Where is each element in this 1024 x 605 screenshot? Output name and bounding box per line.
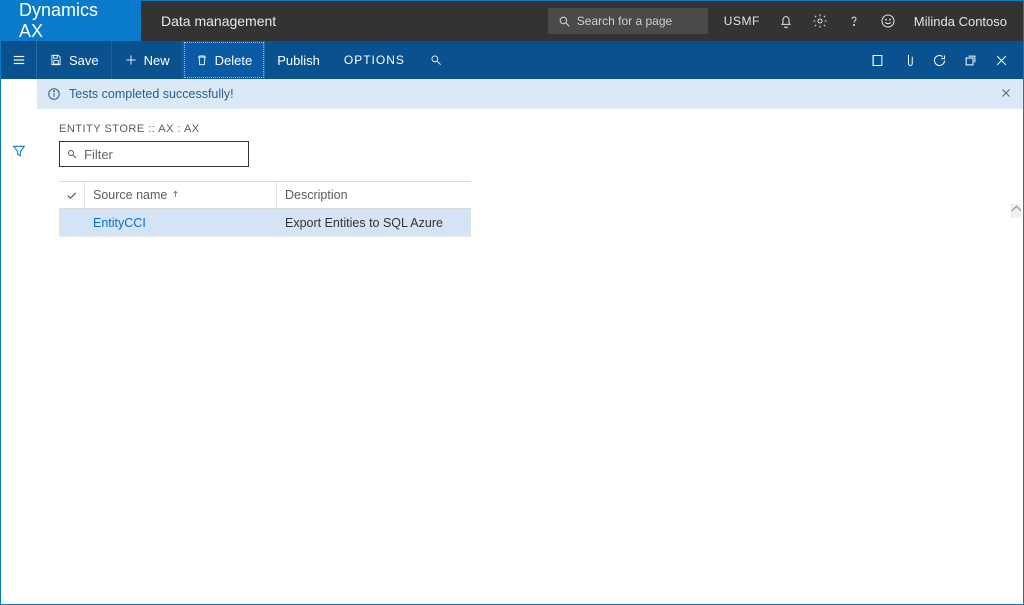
close-icon[interactable]	[994, 53, 1009, 68]
brand-title[interactable]: Dynamics AX	[1, 1, 141, 41]
sort-asc-icon	[171, 188, 180, 202]
publish-label: Publish	[277, 53, 320, 68]
entity-grid: Source name Description EntityCCI Export…	[59, 181, 471, 237]
search-icon	[558, 15, 571, 28]
notification-text: Tests completed successfully!	[69, 87, 234, 101]
publish-button[interactable]: Publish	[265, 41, 332, 79]
grid-header: Source name Description	[59, 181, 471, 209]
column-source-name[interactable]: Source name	[85, 182, 277, 208]
workspace-title: Data management	[141, 1, 296, 41]
source-name-link[interactable]: EntityCCI	[93, 216, 146, 230]
options-label: OPTIONS	[344, 53, 405, 67]
plus-icon	[124, 53, 138, 67]
user-name[interactable]: Milinda Contoso	[914, 14, 1007, 29]
info-icon	[47, 87, 61, 101]
new-button[interactable]: New	[112, 41, 183, 79]
popout-icon[interactable]	[963, 53, 978, 68]
office-icon[interactable]	[870, 53, 885, 68]
select-all-checkbox[interactable]	[59, 182, 85, 208]
delete-label: Delete	[215, 53, 253, 68]
bell-icon[interactable]	[778, 13, 794, 29]
gear-icon[interactable]	[812, 13, 828, 29]
refresh-icon[interactable]	[932, 53, 947, 68]
column-description[interactable]: Description	[277, 182, 471, 208]
trash-icon	[195, 53, 209, 67]
notification-bar: Tests completed successfully!	[37, 79, 1023, 109]
save-label: Save	[69, 53, 99, 68]
row-checkbox[interactable]	[59, 209, 85, 236]
column-description-label: Description	[285, 188, 348, 202]
search-small-icon	[429, 53, 443, 67]
column-source-name-label: Source name	[93, 188, 167, 202]
global-search[interactable]: Search for a page	[548, 8, 708, 34]
options-button[interactable]: OPTIONS	[332, 41, 417, 79]
filter-input-wrapper[interactable]	[59, 141, 249, 167]
find-button[interactable]	[417, 41, 455, 79]
filter-input[interactable]	[84, 147, 242, 162]
breadcrumb: ENTITY STORE :: AX : AX	[59, 123, 1003, 135]
smile-icon[interactable]	[880, 13, 896, 29]
attach-icon[interactable]	[901, 53, 916, 68]
search-placeholder: Search for a page	[577, 14, 672, 28]
new-label: New	[144, 53, 170, 68]
nav-menu-button[interactable]	[1, 41, 37, 79]
scrollbar[interactable]	[1011, 204, 1021, 218]
notification-close[interactable]	[999, 86, 1013, 103]
help-icon[interactable]	[846, 13, 862, 29]
row-description: Export Entities to SQL Azure	[285, 216, 443, 230]
table-row[interactable]: EntityCCI Export Entities to SQL Azure	[59, 209, 471, 237]
funnel-icon[interactable]	[11, 143, 27, 159]
save-icon	[49, 53, 63, 67]
delete-button[interactable]: Delete	[183, 41, 266, 79]
filter-search-icon	[66, 148, 78, 160]
company-picker[interactable]: USMF	[724, 14, 760, 28]
save-button[interactable]: Save	[37, 41, 112, 79]
